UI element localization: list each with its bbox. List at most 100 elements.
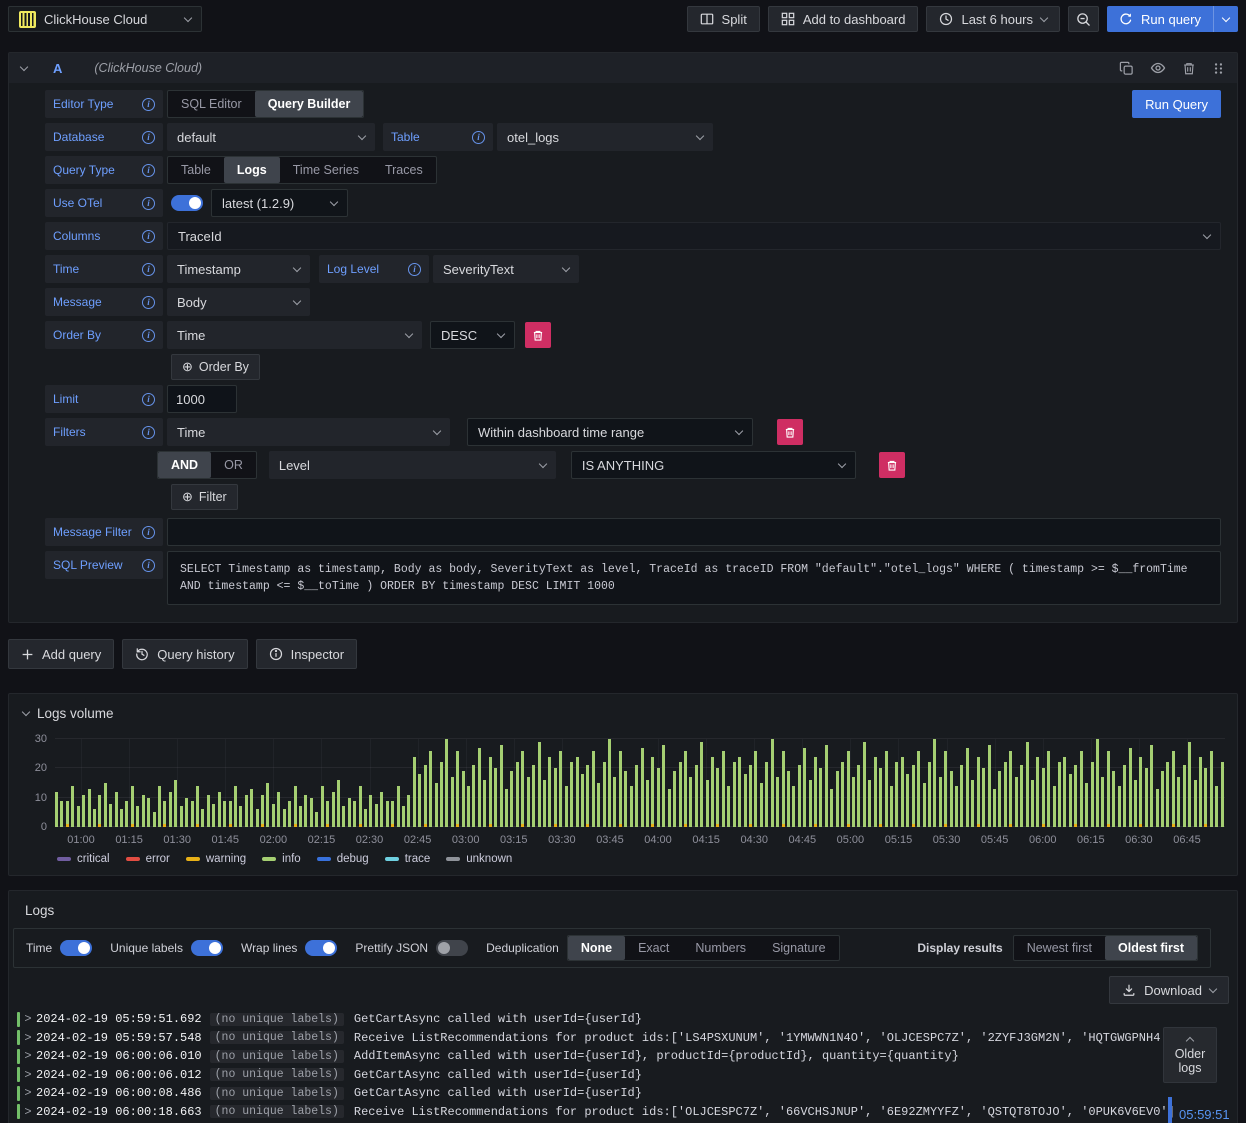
columns-multiselect[interactable]: TraceId xyxy=(167,222,1221,250)
order-by-direction-select[interactable]: DESC xyxy=(430,321,515,349)
info-icon[interactable]: i xyxy=(142,97,155,111)
seg-option-none[interactable]: None xyxy=(567,936,626,960)
info-icon[interactable]: i xyxy=(142,328,155,342)
download-button[interactable]: Download xyxy=(1109,976,1229,1004)
seg-option-or[interactable]: OR xyxy=(211,452,256,478)
legend-item-info[interactable]: info xyxy=(262,853,301,865)
filter-field-select[interactable]: Time xyxy=(167,418,450,446)
legend-item-critical[interactable]: critical xyxy=(57,853,110,865)
table-select[interactable]: otel_logs xyxy=(497,123,713,151)
inspector-label: Inspector xyxy=(290,646,345,662)
remove-filter-button[interactable] xyxy=(777,419,803,445)
info-icon[interactable]: i xyxy=(472,130,485,144)
run-query-button[interactable]: Run Query xyxy=(1132,90,1221,118)
info-icon[interactable]: i xyxy=(142,130,155,144)
log-row[interactable]: >2024-02-19 06:00:08.486 (no unique label… xyxy=(17,1084,1229,1103)
info-icon[interactable]: i xyxy=(142,295,155,309)
prettify-json-toggle[interactable] xyxy=(436,940,469,956)
order-by-field-select[interactable]: Time xyxy=(167,321,422,349)
query-ref-id[interactable]: A xyxy=(53,61,62,76)
volume-bar xyxy=(179,806,183,827)
seg-option-table[interactable]: Table xyxy=(168,157,224,183)
expand-row-icon[interactable]: > xyxy=(20,1068,36,1082)
info-icon[interactable]: i xyxy=(142,392,155,406)
log-row[interactable]: >2024-02-19 05:59:51.692 (no unique label… xyxy=(17,1010,1229,1029)
info-icon[interactable]: i xyxy=(142,525,155,539)
expand-row-icon[interactable]: > xyxy=(20,1012,36,1026)
info-icon[interactable]: i xyxy=(142,262,155,276)
sub-filter-operator-select[interactable]: IS ANYTHING xyxy=(570,451,856,479)
older-logs-button[interactable]: Older logs xyxy=(1163,1027,1217,1083)
seg-option-sql-editor[interactable]: SQL Editor xyxy=(168,91,255,117)
time-column-select[interactable]: Timestamp xyxy=(167,255,310,283)
remove-sub-filter-button[interactable] xyxy=(878,452,905,478)
seg-option-numbers[interactable]: Numbers xyxy=(682,936,759,960)
use-otel-toggle[interactable] xyxy=(171,195,203,211)
run-query-options-caret[interactable] xyxy=(1213,6,1238,32)
sub-filter-field-select[interactable]: Level xyxy=(268,451,556,479)
expand-row-icon[interactable]: > xyxy=(20,1086,36,1100)
add-query-button[interactable]: Add query xyxy=(8,639,115,669)
seg-option-traces[interactable]: Traces xyxy=(372,157,436,183)
seg-option-logs[interactable]: Logs xyxy=(223,157,280,183)
message-filter-input[interactable] xyxy=(167,518,1221,546)
time-range-picker[interactable]: Last 6 hours xyxy=(926,6,1061,32)
trash-icon[interactable] xyxy=(1182,61,1196,76)
editor-type-segmented: SQL Editor Query Builder xyxy=(167,90,365,118)
seg-option-query-builder[interactable]: Query Builder xyxy=(254,91,364,117)
inspector-button[interactable]: Inspector xyxy=(255,639,358,669)
add-order-by-button[interactable]: ⊕ Order By xyxy=(171,354,260,380)
expand-row-icon[interactable]: > xyxy=(20,1031,36,1045)
info-icon[interactable]: i xyxy=(142,425,155,439)
wrap-lines-toggle[interactable] xyxy=(305,940,338,956)
info-icon[interactable]: i xyxy=(408,262,421,276)
log-row[interactable]: >2024-02-19 06:00:18.663 (no unique label… xyxy=(17,1103,1229,1122)
volume-bar xyxy=(396,785,400,827)
eye-icon[interactable] xyxy=(1150,60,1166,76)
legend-item-error[interactable]: error xyxy=(125,853,170,865)
run-query-split-button[interactable]: Run query xyxy=(1107,6,1238,32)
log-row[interactable]: >2024-02-19 06:00:06.012 (no unique label… xyxy=(17,1066,1229,1085)
legend-item-debug[interactable]: debug xyxy=(316,853,369,865)
seg-option-and[interactable]: AND xyxy=(158,452,212,478)
copy-icon[interactable] xyxy=(1119,61,1134,76)
legend-swatch xyxy=(125,857,140,861)
legend-item-warning[interactable]: warning xyxy=(185,853,246,865)
add-to-dashboard-button[interactable]: Add to dashboard xyxy=(767,6,919,32)
legend-item-trace[interactable]: trace xyxy=(384,853,430,865)
database-select[interactable]: default xyxy=(167,123,375,151)
seg-option-oldest-first[interactable]: Oldest first xyxy=(1105,936,1197,960)
chevron-down-icon xyxy=(496,329,506,338)
unique-labels-toggle[interactable] xyxy=(190,940,223,956)
limit-input[interactable] xyxy=(167,385,237,413)
volume-bar xyxy=(754,750,758,827)
zoom-out-button[interactable] xyxy=(1068,6,1100,32)
expand-row-icon[interactable]: > xyxy=(20,1105,36,1119)
volume-bar xyxy=(1020,765,1024,827)
seg-option-newest-first[interactable]: Newest first xyxy=(1014,936,1105,960)
query-history-button[interactable]: Query history xyxy=(122,639,248,669)
info-icon[interactable]: i xyxy=(142,558,155,572)
datasource-picker[interactable]: ClickHouse Cloud xyxy=(8,6,202,32)
log-row[interactable]: >2024-02-19 06:00:06.010 (no unique label… xyxy=(17,1047,1229,1066)
seg-option-exact[interactable]: Exact xyxy=(625,936,682,960)
filter-operator-select[interactable]: Within dashboard time range xyxy=(467,418,753,446)
log-level-select[interactable]: SeverityText xyxy=(433,255,579,283)
add-filter-button[interactable]: ⊕ Filter xyxy=(171,484,238,510)
info-icon[interactable]: i xyxy=(142,229,155,243)
split-button[interactable]: Split xyxy=(686,6,760,32)
info-icon[interactable]: i xyxy=(142,196,155,210)
seg-option-signature[interactable]: Signature xyxy=(759,936,839,960)
seg-option-time-series[interactable]: Time Series xyxy=(280,157,372,183)
otel-version-select[interactable]: latest (1.2.9) xyxy=(211,189,348,217)
remove-order-by-button[interactable] xyxy=(525,322,551,348)
drag-handle-icon[interactable] xyxy=(1212,61,1225,76)
collapse-chevron-icon[interactable] xyxy=(19,62,29,71)
info-icon[interactable]: i xyxy=(142,163,155,177)
log-row[interactable]: >2024-02-19 05:59:57.548 (no unique label… xyxy=(17,1029,1229,1048)
logs-volume-header[interactable]: Logs volume xyxy=(9,694,1237,725)
legend-item-unknown[interactable]: unknown xyxy=(446,853,512,865)
expand-row-icon[interactable]: > xyxy=(20,1049,36,1063)
time-toggle[interactable] xyxy=(60,940,93,956)
message-column-select[interactable]: Body xyxy=(167,288,310,316)
